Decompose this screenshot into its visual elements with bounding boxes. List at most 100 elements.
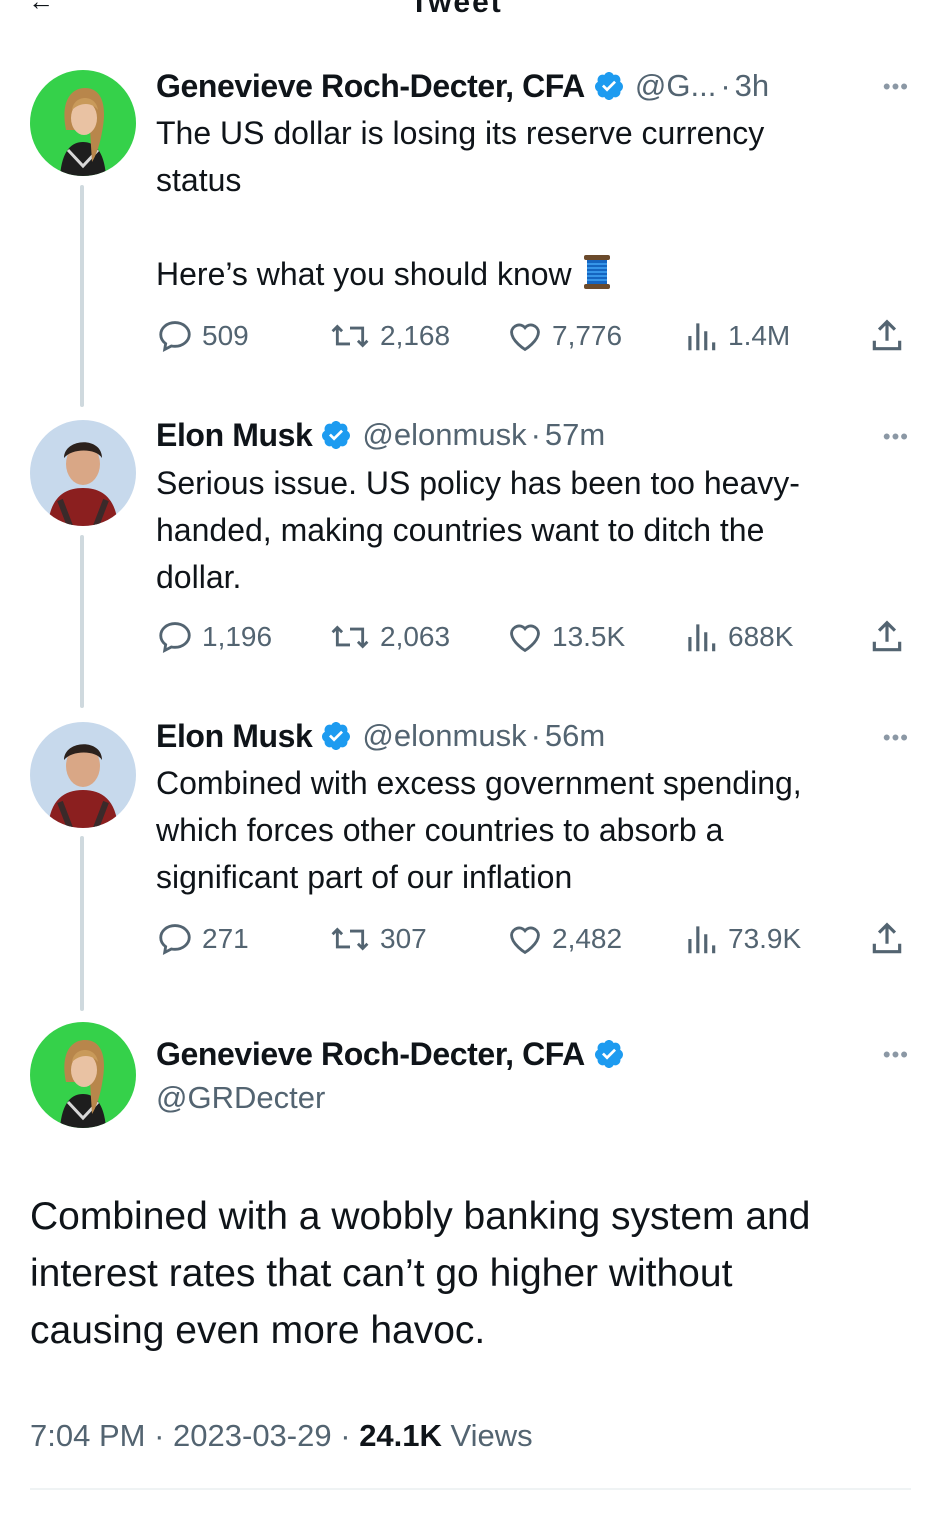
- tweet-text-line: interest rates that can’t go higher with…: [30, 1252, 733, 1295]
- timestamp[interactable]: 3h: [735, 68, 769, 104]
- share-icon: [872, 319, 902, 351]
- retweet-count: 2,168: [380, 320, 451, 351]
- avatar[interactable]: [30, 722, 136, 828]
- retweet-count: 307: [380, 923, 427, 954]
- like-button[interactable]: 13.5K: [506, 618, 625, 656]
- retweet-icon: [331, 324, 369, 348]
- share-icon: [872, 922, 902, 954]
- retweet-count: 2,063: [380, 621, 451, 652]
- timestamp[interactable]: 56m: [545, 718, 605, 754]
- share-button[interactable]: [868, 920, 914, 958]
- like-icon: [510, 323, 540, 352]
- divider: [30, 1488, 911, 1490]
- views-icon: [688, 926, 716, 954]
- more-icon[interactable]: •••: [883, 1042, 909, 1068]
- views-count: 1.4M: [728, 320, 791, 351]
- views-icon: [688, 624, 716, 652]
- avatar[interactable]: [30, 1022, 136, 1128]
- author-name[interactable]: Elon Musk: [156, 718, 313, 755]
- views-count: 688K: [728, 621, 794, 652]
- tweet-header: Genevieve Roch-Decter, CFA @G... · 3h: [156, 66, 769, 106]
- share-button[interactable]: [868, 618, 914, 656]
- tweet-actions: 1,196 2,063 13.5K 688K: [156, 618, 916, 658]
- tweet-actions: 509 2,168 7,776 1.4M: [156, 317, 916, 357]
- tweet-text-line: Here’s what you should know: [156, 251, 906, 298]
- like-count: 7,776: [552, 320, 623, 351]
- tweet-text: Serious issue. US policy has been too he…: [156, 460, 906, 601]
- tweet-text-line: dollar.: [156, 559, 242, 595]
- tweet-header: Genevieve Roch-Decter, CFA: [156, 1034, 635, 1074]
- like-count: 13.5K: [552, 621, 626, 652]
- verified-icon: [594, 72, 623, 100]
- thread-spool-icon: [583, 255, 610, 289]
- like-count: 2,482: [552, 923, 623, 954]
- tweet-text-line: The US dollar is losing its reserve curr…: [156, 115, 765, 151]
- share-button[interactable]: [868, 317, 914, 355]
- thread-tweet[interactable]: Elon Musk @elonmusk · 57m ••• Serious is…: [0, 400, 941, 700]
- tweet-header: Elon Musk @elonmusk · 56m: [156, 716, 605, 756]
- retweet-icon: [331, 927, 369, 951]
- author-name[interactable]: Genevieve Roch-Decter, CFA: [156, 1036, 585, 1073]
- reply-count: 1,196: [202, 621, 273, 652]
- verified-icon: [322, 722, 351, 750]
- tweet-text-line: Combined with a wobbly banking system an…: [30, 1195, 811, 1238]
- reply-icon: [159, 321, 191, 353]
- tweet-text-line: causing even more havoc.: [30, 1309, 486, 1352]
- author-name[interactable]: Elon Musk: [156, 417, 313, 454]
- retweet-button[interactable]: 307: [328, 920, 427, 958]
- separator: ·: [154, 1418, 165, 1453]
- separator: ·: [340, 1418, 351, 1453]
- main-tweet-text: Combined with a wobbly banking system an…: [30, 1188, 910, 1359]
- tweet-text-span: Here’s what you should know: [156, 256, 572, 292]
- more-icon[interactable]: •••: [883, 424, 909, 450]
- author-handle[interactable]: @elonmusk: [362, 417, 526, 453]
- more-icon[interactable]: •••: [883, 74, 909, 100]
- avatar[interactable]: [30, 70, 136, 176]
- tweet-text: The US dollar is losing its reserve curr…: [156, 110, 906, 298]
- tweet-text-line: significant part of our inflation: [156, 859, 573, 895]
- author-name[interactable]: Genevieve Roch-Decter, CFA: [156, 68, 585, 105]
- tweet-time[interactable]: 7:04 PM: [30, 1418, 145, 1453]
- author-handle[interactable]: @GRDecter: [156, 1080, 325, 1116]
- reply-button[interactable]: 509: [156, 317, 249, 355]
- reply-icon: [159, 622, 191, 654]
- reply-button[interactable]: 1,196: [156, 618, 272, 656]
- tweet-header: Elon Musk @elonmusk · 57m: [156, 415, 605, 455]
- views-label[interactable]: Views: [451, 1418, 533, 1453]
- separator: ·: [530, 718, 541, 753]
- tweet-text-line: status: [156, 162, 242, 198]
- reply-count: 509: [202, 320, 249, 351]
- like-button[interactable]: 2,482: [506, 920, 622, 958]
- tweet-text-line: [156, 204, 906, 251]
- like-icon: [510, 624, 540, 653]
- tweet-text-line: handed, making countries want to ditch t…: [156, 512, 765, 548]
- tweet-date[interactable]: 2023-03-29: [173, 1418, 332, 1453]
- more-icon[interactable]: •••: [883, 725, 909, 751]
- tweet-text-line: Serious issue. US policy has been too he…: [156, 465, 800, 501]
- like-icon: [510, 926, 540, 955]
- views-button[interactable]: 73.9K: [682, 920, 801, 958]
- separator: ·: [720, 68, 731, 103]
- like-button[interactable]: 7,776: [506, 317, 622, 355]
- thread-tweet[interactable]: Genevieve Roch-Decter, CFA @G... · 3h ••…: [0, 0, 941, 400]
- avatar[interactable]: [30, 420, 136, 526]
- separator: ·: [530, 417, 541, 452]
- tweet-text: Combined with excess government spending…: [156, 760, 906, 901]
- timestamp[interactable]: 57m: [545, 417, 605, 453]
- reply-button[interactable]: 271: [156, 920, 249, 958]
- views-button[interactable]: 1.4M: [682, 317, 790, 355]
- views-button[interactable]: 688K: [682, 618, 793, 656]
- reply-icon: [159, 924, 191, 956]
- views-count: 73.9K: [728, 923, 802, 954]
- views-total: 24.1K: [359, 1418, 442, 1453]
- retweet-button[interactable]: 2,063: [328, 618, 450, 656]
- retweet-button[interactable]: 2,168: [328, 317, 450, 355]
- tweet-text-line: which forces other countries to absorb a: [156, 812, 724, 848]
- thread-tweet[interactable]: Elon Musk @elonmusk · 56m ••• Combined w…: [0, 700, 941, 1010]
- share-icon: [872, 620, 902, 652]
- verified-icon: [322, 421, 351, 449]
- author-handle[interactable]: @G...: [635, 68, 716, 104]
- tweet-actions: 271 307 2,482 73.9K: [156, 920, 916, 960]
- main-tweet: Genevieve Roch-Decter, CFA @GRDecter •••: [0, 1010, 941, 1190]
- author-handle[interactable]: @elonmusk: [362, 718, 526, 754]
